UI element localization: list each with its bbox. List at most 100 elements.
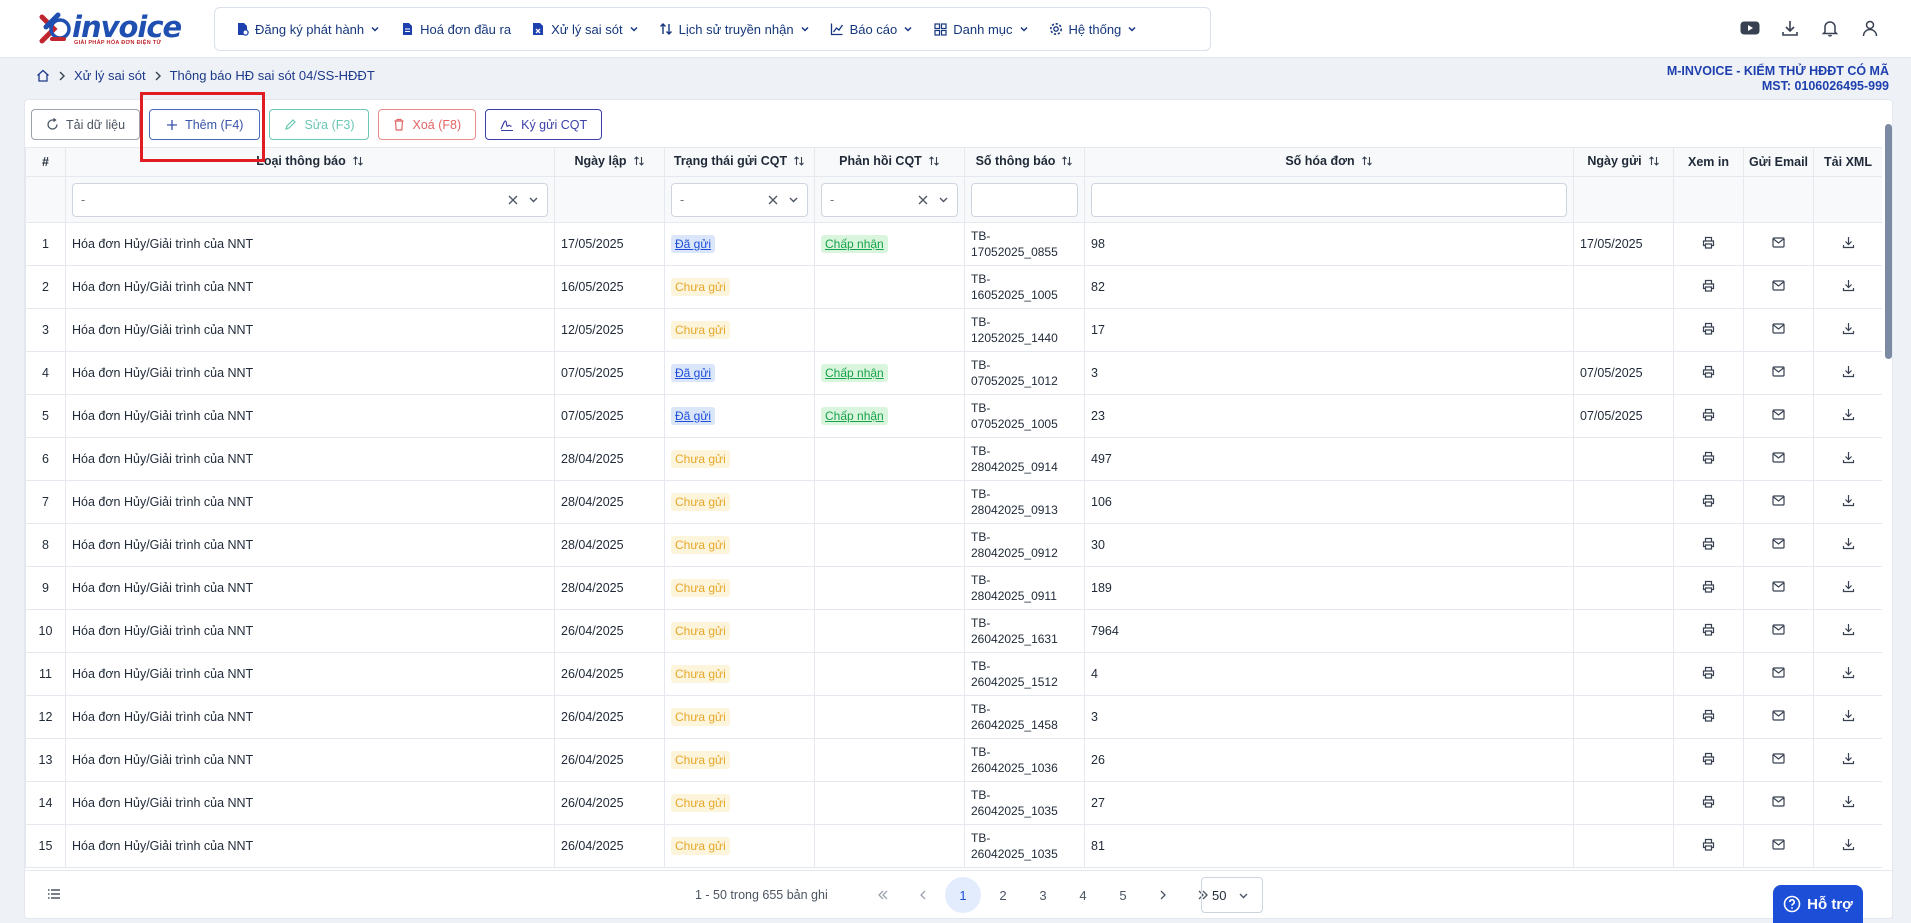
add-button[interactable]: Thêm (F4) <box>149 109 261 140</box>
table-row[interactable]: 8 Hóa đơn Hủy/Giải trình của NNT 28/04/202… <box>25 523 1882 567</box>
status-badge[interactable]: Đã gửi <box>671 364 716 382</box>
table-row[interactable]: 1 Hóa đơn Hủy/Giải trình của NNT 17/05/202… <box>25 222 1882 266</box>
nav-catalog[interactable]: Danh mục <box>923 14 1038 44</box>
reload-button[interactable]: Tải dữ liệu <box>31 109 141 140</box>
print-icon[interactable] <box>1702 365 1715 378</box>
download-xml-icon[interactable] <box>1842 709 1855 722</box>
col-status[interactable]: Trạng thái gửi CQT <box>664 147 815 177</box>
table-row[interactable]: 10 Hóa đơn Hủy/Giải trình của NNT 26/04/20… <box>25 609 1882 653</box>
email-icon[interactable] <box>1772 366 1785 377</box>
clear-icon[interactable] <box>918 195 928 205</box>
print-icon[interactable] <box>1702 322 1715 335</box>
email-icon[interactable] <box>1772 667 1785 678</box>
email-icon[interactable] <box>1772 710 1785 721</box>
col-date[interactable]: Ngày lập <box>554 147 665 177</box>
download-xml-icon[interactable] <box>1842 408 1855 421</box>
sort-icon[interactable] <box>1361 155 1373 170</box>
col-invoice-no[interactable]: Số hóa đơn <box>1084 147 1574 177</box>
list-icon[interactable] <box>47 888 61 900</box>
download-xml-icon[interactable] <box>1842 365 1855 378</box>
print-icon[interactable] <box>1702 537 1715 550</box>
table-row[interactable]: 3 Hóa đơn Hủy/Giải trình của NNT 12/05/202… <box>25 308 1882 352</box>
table-row[interactable]: 14 Hóa đơn Hủy/Giải trình của NNT 26/04/20… <box>25 781 1882 825</box>
download-xml-icon[interactable] <box>1842 279 1855 292</box>
email-icon[interactable] <box>1772 753 1785 764</box>
download-xml-icon[interactable] <box>1842 623 1855 636</box>
sort-icon[interactable] <box>793 155 805 170</box>
first-page-button[interactable] <box>865 877 901 913</box>
download-icon[interactable] <box>1779 17 1801 39</box>
table-row[interactable]: 7 Hóa đơn Hủy/Giải trình của NNT 28/04/202… <box>25 480 1882 524</box>
status-filter-select[interactable]: - <box>671 182 808 217</box>
page-2-button[interactable]: 2 <box>985 877 1021 913</box>
col-notice-no[interactable]: Số thông báo <box>964 147 1085 177</box>
table-row[interactable]: 12 Hóa đơn Hủy/Giải trình của NNT 26/04/20… <box>25 695 1882 739</box>
sort-icon[interactable] <box>928 155 940 170</box>
col-type[interactable]: Loại thông báo <box>65 147 555 177</box>
table-row[interactable]: 4 Hóa đơn Hủy/Giải trình của NNT 07/05/202… <box>25 351 1882 395</box>
response-badge[interactable]: Chấp nhận <box>821 364 888 382</box>
table-row[interactable]: 11 Hóa đơn Hủy/Giải trình của NNT 26/04/20… <box>25 652 1882 696</box>
download-xml-icon[interactable] <box>1842 752 1855 765</box>
table-row[interactable]: 6 Hóa đơn Hủy/Giải trình của NNT 28/04/202… <box>25 437 1882 481</box>
email-icon[interactable] <box>1772 796 1785 807</box>
print-icon[interactable] <box>1702 279 1715 292</box>
vertical-scrollbar[interactable] <box>1885 124 1892 359</box>
download-xml-icon[interactable] <box>1842 795 1855 808</box>
user-icon[interactable] <box>1859 17 1881 39</box>
email-icon[interactable] <box>1772 624 1785 635</box>
print-icon[interactable] <box>1702 236 1715 249</box>
page-4-button[interactable]: 4 <box>1065 877 1101 913</box>
download-xml-icon[interactable] <box>1842 580 1855 593</box>
print-icon[interactable] <box>1702 666 1715 679</box>
table-row[interactable]: 9 Hóa đơn Hủy/Giải trình của NNT 28/04/202… <box>25 566 1882 610</box>
breadcrumb-item-error-process[interactable]: Xử lý sai sót <box>74 68 146 83</box>
email-icon[interactable] <box>1772 581 1785 592</box>
youtube-icon[interactable] <box>1739 17 1761 39</box>
table-row[interactable]: 15 Hóa đơn Hủy/Giải trình của NNT 26/04/20… <box>25 824 1882 868</box>
download-xml-icon[interactable] <box>1842 236 1855 249</box>
print-icon[interactable] <box>1702 580 1715 593</box>
page-3-button[interactable]: 3 <box>1025 877 1061 913</box>
download-xml-icon[interactable] <box>1842 537 1855 550</box>
email-icon[interactable] <box>1772 538 1785 549</box>
nav-report[interactable]: Báo cáo <box>820 14 924 44</box>
next-page-button[interactable] <box>1145 877 1181 913</box>
notice-no-filter-input[interactable] <box>971 182 1078 217</box>
sign-send-button[interactable]: Ký gửi CQT <box>485 109 603 140</box>
email-icon[interactable] <box>1772 237 1785 248</box>
delete-button[interactable]: Xoá (F8) <box>378 109 477 140</box>
status-badge[interactable]: Đã gửi <box>671 407 716 425</box>
sort-icon[interactable] <box>1061 155 1073 170</box>
print-icon[interactable] <box>1702 838 1715 851</box>
print-icon[interactable] <box>1702 709 1715 722</box>
sort-icon[interactable] <box>352 155 364 170</box>
type-filter-select[interactable]: - <box>72 182 548 217</box>
response-filter-select[interactable]: - <box>821 182 958 217</box>
nav-register[interactable]: Đăng ký phát hành <box>225 14 390 44</box>
page-size-select[interactable]: 50 <box>1201 877 1263 913</box>
print-icon[interactable] <box>1702 795 1715 808</box>
print-icon[interactable] <box>1702 494 1715 507</box>
email-icon[interactable] <box>1772 495 1785 506</box>
response-badge[interactable]: Chấp nhận <box>821 235 888 253</box>
download-xml-icon[interactable] <box>1842 838 1855 851</box>
print-icon[interactable] <box>1702 623 1715 636</box>
prev-page-button[interactable] <box>905 877 941 913</box>
col-response[interactable]: Phản hồi CQT <box>814 147 965 177</box>
home-icon[interactable] <box>36 69 50 82</box>
sort-icon[interactable] <box>633 155 645 170</box>
help-button[interactable]: Hỗ trợ <box>1773 885 1863 923</box>
clear-icon[interactable] <box>508 195 518 205</box>
sort-icon[interactable] <box>1648 155 1660 170</box>
table-row[interactable]: 2 Hóa đơn Hủy/Giải trình của NNT 16/05/202… <box>25 265 1882 309</box>
bell-icon[interactable] <box>1819 17 1841 39</box>
download-xml-icon[interactable] <box>1842 322 1855 335</box>
download-xml-icon[interactable] <box>1842 451 1855 464</box>
email-icon[interactable] <box>1772 452 1785 463</box>
status-badge[interactable]: Đã gửi <box>671 235 716 253</box>
nav-error-process[interactable]: Xử lý sai sót <box>521 14 649 44</box>
table-row[interactable]: 13 Hóa đơn Hủy/Giải trình của NNT 26/04/20… <box>25 738 1882 782</box>
email-icon[interactable] <box>1772 323 1785 334</box>
col-sent-date[interactable]: Ngày gửi <box>1573 147 1674 177</box>
